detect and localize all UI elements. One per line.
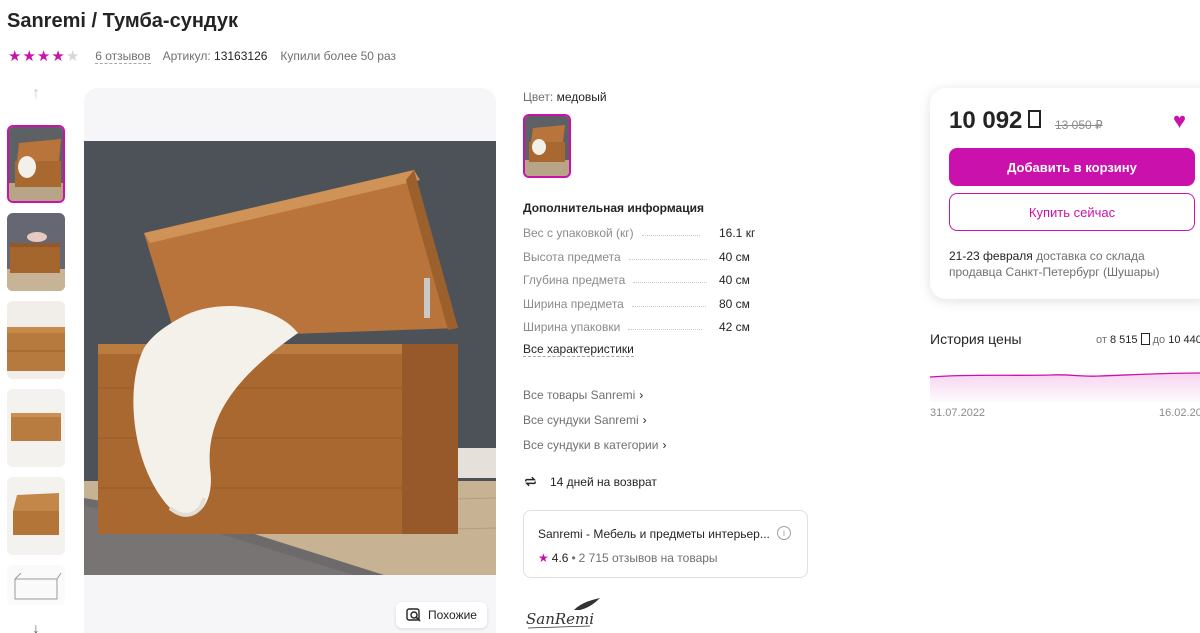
spec-value: 40 см xyxy=(719,250,750,264)
spec-dots xyxy=(628,329,703,330)
favorite-heart-icon[interactable]: ♥ xyxy=(1173,110,1186,132)
old-price: 13 050 ₽ xyxy=(1055,118,1103,132)
thumbnails-down-arrow-icon[interactable]: ↓ xyxy=(28,620,44,633)
ruble-icon xyxy=(1140,333,1150,345)
price-history-title: История цены xyxy=(930,331,1022,347)
seller-name[interactable]: Sanremi - Мебель и предметы интерьер... xyxy=(538,527,793,541)
thumbnail-2[interactable] xyxy=(7,213,65,291)
history-date-end: 16.02.20 xyxy=(1159,407,1200,419)
spec-dots xyxy=(633,282,708,283)
article-number: Артикул: 13163126 xyxy=(162,49,268,63)
return-arrows-icon xyxy=(525,476,536,487)
svg-text:SanRemi: SanRemi xyxy=(526,610,594,628)
spec-key: Ширина предмета xyxy=(523,297,624,311)
star-icon: ★ xyxy=(36,47,51,65)
reviews-link[interactable]: 6 отзывов xyxy=(95,49,151,64)
bullet-separator: • xyxy=(571,551,576,565)
spec-value: 40 см xyxy=(719,273,750,287)
link-all-chests-category[interactable]: Все сундуки в категории › xyxy=(523,438,666,452)
color-swatch-honey[interactable] xyxy=(523,114,571,178)
all-specs-link[interactable]: Все характеристики xyxy=(523,342,634,357)
thumbnail-1[interactable] xyxy=(7,125,65,203)
similar-label: Похожие xyxy=(428,608,477,622)
spec-dots xyxy=(628,259,707,260)
spec-key: Глубина предмета xyxy=(523,273,626,287)
spec-row: Высота предмета 40 см xyxy=(523,248,803,264)
thumbnails-up-arrow-icon[interactable]: ↑ xyxy=(28,86,44,102)
product-title: Sanremi / Тумба-сундук xyxy=(7,10,238,32)
spec-dots xyxy=(631,306,706,307)
spec-row: Глубина предмета 40 см xyxy=(523,271,803,287)
spec-row: Вес с упаковкой (кг) 16.1 кг xyxy=(523,224,803,240)
ruble-icon xyxy=(1028,110,1042,128)
star-empty-icon: ★ xyxy=(65,47,80,65)
spec-row: Ширина упаковки 42 см xyxy=(523,318,803,334)
buy-now-button[interactable]: Купить сейчас xyxy=(949,193,1195,231)
spec-key: Вес с упаковкой (кг) xyxy=(523,226,634,240)
similar-button[interactable]: Похожие xyxy=(396,602,487,628)
history-date-start: 31.07.2022 xyxy=(930,407,986,419)
seller-reviews: 2 715 отзывов на товары xyxy=(578,551,718,565)
returns-label: 14 дней на возврат xyxy=(550,474,657,489)
main-product-image[interactable] xyxy=(84,88,496,633)
similar-search-icon xyxy=(406,608,421,622)
price-card: 10 092 13 050 ₽ ♥ Добавить в корзину Куп… xyxy=(930,88,1200,299)
brand-logo[interactable]: SanRemi xyxy=(524,596,604,633)
chevron-right-icon: › xyxy=(639,388,644,402)
seller-rating: ★ 4.6 • 2 715 отзывов на товары xyxy=(538,551,793,565)
chevron-right-icon: › xyxy=(642,413,647,427)
info-icon[interactable]: i xyxy=(777,526,791,540)
spec-value: 80 см xyxy=(719,297,750,311)
rating-stars: ★ ★ ★ ★ ★ xyxy=(8,49,79,64)
thumbnail-5[interactable] xyxy=(7,477,65,555)
spec-dots xyxy=(641,235,700,236)
color-label: Цвет: медовый xyxy=(523,90,607,104)
thumbnail-4[interactable] xyxy=(7,389,65,467)
spec-row: Ширина предмета 80 см xyxy=(523,295,803,311)
chevron-right-icon: › xyxy=(662,438,667,452)
delivery-info: 21-23 февраля доставка со склада продавц… xyxy=(949,249,1160,279)
add-to-cart-button[interactable]: Добавить в корзину xyxy=(949,148,1195,186)
spec-key: Высота предмета xyxy=(523,250,621,264)
spec-key: Ширина упаковки xyxy=(523,320,621,334)
bought-count: Купили более 50 раз xyxy=(280,49,397,63)
specs-title: Дополнительная информация xyxy=(523,201,704,215)
returns-info: 14 дней на возврат xyxy=(523,474,657,489)
thumbnail-6[interactable] xyxy=(7,565,65,605)
link-all-sanremi-chests[interactable]: Все сундуки Sanremi › xyxy=(523,413,647,427)
spec-value: 16.1 кг xyxy=(719,226,756,240)
current-price: 10 092 xyxy=(949,107,1042,135)
seller-rating-value: 4.6 xyxy=(551,551,569,565)
seller-card[interactable]: Sanremi - Мебель и предметы интерьер... … xyxy=(523,510,808,578)
product-meta: ★ ★ ★ ★ ★ 6 отзывов Артикул: 13163126 Ку… xyxy=(8,48,396,64)
spec-value: 42 см xyxy=(719,320,750,334)
star-icon: ★ xyxy=(8,47,22,65)
price-history-chart[interactable] xyxy=(929,362,1200,402)
link-all-sanremi-products[interactable]: Все товары Sanremi › xyxy=(523,388,643,402)
star-icon: ★ xyxy=(538,551,549,565)
star-icon: ★ xyxy=(51,47,65,65)
price-history-range: от 8 515 до 10 440 xyxy=(1096,333,1200,346)
star-icon: ★ xyxy=(22,47,36,65)
thumbnail-3[interactable] xyxy=(7,301,65,379)
